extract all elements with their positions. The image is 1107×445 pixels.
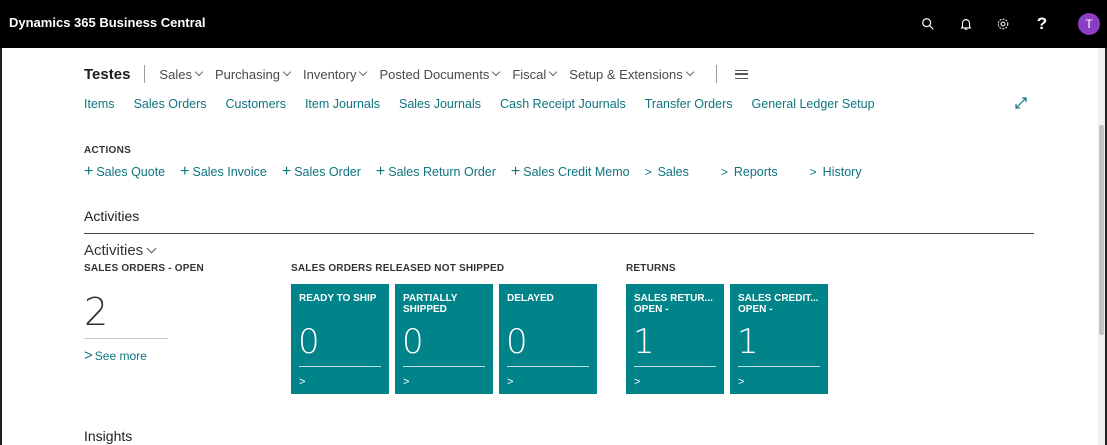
tile-sales-credit-open[interactable]: SALES CREDIT... OPEN - 1 > bbox=[730, 284, 828, 394]
link-cash-receipt-journals[interactable]: Cash Receipt Journals bbox=[500, 97, 626, 111]
search-icon[interactable] bbox=[916, 12, 940, 36]
expand-icon[interactable] bbox=[1013, 95, 1029, 111]
tile-ready-to-ship[interactable]: READY TO SHIP 0 > bbox=[291, 284, 389, 394]
chevron-right-icon: > bbox=[720, 165, 728, 179]
plus-icon: + bbox=[180, 163, 190, 180]
tile-value: 0 bbox=[298, 322, 320, 362]
link-sales-orders[interactable]: Sales Orders bbox=[134, 97, 207, 111]
main-navigation: Testes Sales Purchasing Inventory Posted… bbox=[84, 64, 748, 84]
nav-item-sales[interactable]: Sales bbox=[159, 67, 204, 82]
tile-label: SALES RETUR... OPEN - bbox=[634, 293, 713, 315]
chevron-down-icon bbox=[282, 67, 292, 77]
chevron-right-icon: > bbox=[738, 376, 745, 388]
chevron-right-icon: > bbox=[403, 376, 410, 388]
activities-collapse-toggle[interactable]: Activities bbox=[84, 242, 157, 259]
chevron-right-icon: > bbox=[507, 376, 514, 388]
returns-label: RETURNS bbox=[626, 263, 676, 274]
section-divider bbox=[84, 233, 1034, 234]
chevron-down-icon bbox=[194, 67, 204, 77]
link-items[interactable]: Items bbox=[84, 97, 115, 111]
avatar[interactable]: T bbox=[1078, 13, 1100, 35]
history-menu-button[interactable]: > History bbox=[810, 165, 862, 179]
tile-sales-return-open[interactable]: SALES RETUR... OPEN - 1 > bbox=[626, 284, 724, 394]
plus-icon: + bbox=[281, 163, 292, 180]
tile-divider bbox=[738, 366, 820, 367]
tile-label: DELAYED bbox=[507, 293, 554, 304]
reports-menu-button[interactable]: > Reports bbox=[721, 165, 778, 179]
new-sales-quote-button[interactable]: + Sales Quote bbox=[84, 163, 165, 180]
chevron-right-icon: > bbox=[644, 165, 652, 179]
tile-label: SALES CREDIT... OPEN - bbox=[738, 293, 819, 315]
link-transfer-orders[interactable]: Transfer Orders bbox=[645, 97, 733, 111]
tile-value: 0 bbox=[402, 322, 424, 362]
top-bar: Dynamics 365 Business Central ? T bbox=[0, 0, 1107, 48]
company-name[interactable]: Testes bbox=[84, 66, 130, 83]
chevron-down-icon bbox=[685, 67, 694, 77]
nav-divider bbox=[715, 65, 717, 83]
new-sales-return-order-button[interactable]: + Sales Return Order bbox=[375, 163, 496, 180]
tile-value: 1 bbox=[633, 322, 655, 362]
plus-icon: + bbox=[510, 163, 521, 180]
tile-label: PARTIALLY SHIPPED bbox=[403, 293, 458, 315]
sales-orders-open-label: SALES ORDERS - OPEN bbox=[84, 263, 204, 274]
hamburger-menu-icon[interactable] bbox=[734, 69, 748, 79]
nav-item-fiscal[interactable]: Fiscal bbox=[512, 67, 558, 82]
chevron-right-icon: > bbox=[299, 376, 306, 388]
sales-orders-open-count[interactable]: 2 bbox=[84, 290, 108, 334]
link-customers[interactable]: Customers bbox=[226, 97, 286, 111]
sales-menu-button[interactable]: > Sales bbox=[645, 165, 689, 179]
tile-value: 1 bbox=[737, 322, 759, 362]
actions-label: ACTIONS bbox=[84, 145, 132, 156]
link-sales-journals[interactable]: Sales Journals bbox=[399, 97, 481, 111]
new-sales-invoice-button[interactable]: + Sales Invoice bbox=[180, 163, 267, 180]
gear-icon[interactable] bbox=[991, 12, 1015, 36]
new-sales-order-button[interactable]: + Sales Order bbox=[281, 163, 361, 180]
navigation-links: Items Sales Orders Customers Item Journa… bbox=[84, 97, 894, 111]
nav-divider bbox=[144, 65, 146, 83]
new-sales-credit-memo-button[interactable]: + Sales Credit Memo bbox=[510, 163, 630, 180]
tile-divider bbox=[403, 366, 485, 367]
tile-divider bbox=[507, 366, 589, 367]
chevron-down-icon bbox=[549, 67, 558, 77]
tile-delayed[interactable]: DELAYED 0 > bbox=[499, 284, 597, 394]
tile-divider bbox=[634, 366, 716, 367]
plus-icon: + bbox=[84, 163, 94, 180]
tile-partially-shipped[interactable]: PARTIALLY SHIPPED 0 > bbox=[395, 284, 493, 394]
nav-item-purchasing[interactable]: Purchasing bbox=[215, 67, 292, 82]
activities-section-title: Activities bbox=[84, 208, 140, 224]
plus-icon: + bbox=[375, 163, 386, 180]
chevron-right-icon: > bbox=[634, 376, 641, 388]
count-underline bbox=[84, 338, 168, 339]
actions-bar: + Sales Quote + Sales Invoice + Sales Order… bbox=[84, 163, 894, 180]
chevron-down-icon bbox=[146, 243, 157, 254]
released-not-shipped-label: SALES ORDERS RELEASED NOT SHIPPED bbox=[291, 263, 505, 274]
tile-divider bbox=[299, 366, 381, 367]
chevron-down-icon bbox=[359, 67, 368, 77]
link-item-journals[interactable]: Item Journals bbox=[305, 97, 380, 111]
chevron-right-icon: > bbox=[809, 165, 817, 179]
tile-label: READY TO SHIP bbox=[299, 293, 377, 304]
insights-section-title: Insights bbox=[84, 428, 133, 444]
scrollbar-thumb[interactable] bbox=[1099, 125, 1104, 335]
nav-item-setup-extensions[interactable]: Setup & Extensions bbox=[569, 67, 694, 82]
app-title[interactable]: Dynamics 365 Business Central bbox=[9, 15, 206, 30]
see-more-link[interactable]: > See more bbox=[84, 347, 147, 364]
bell-icon[interactable] bbox=[954, 12, 978, 36]
tile-value: 0 bbox=[506, 322, 528, 362]
chevron-down-icon bbox=[492, 67, 501, 77]
link-general-ledger-setup[interactable]: General Ledger Setup bbox=[752, 97, 875, 111]
nav-item-inventory[interactable]: Inventory bbox=[303, 67, 368, 82]
help-icon[interactable]: ? bbox=[1030, 12, 1054, 36]
chevron-right-icon: > bbox=[84, 347, 93, 364]
nav-item-posted-documents[interactable]: Posted Documents bbox=[379, 67, 501, 82]
